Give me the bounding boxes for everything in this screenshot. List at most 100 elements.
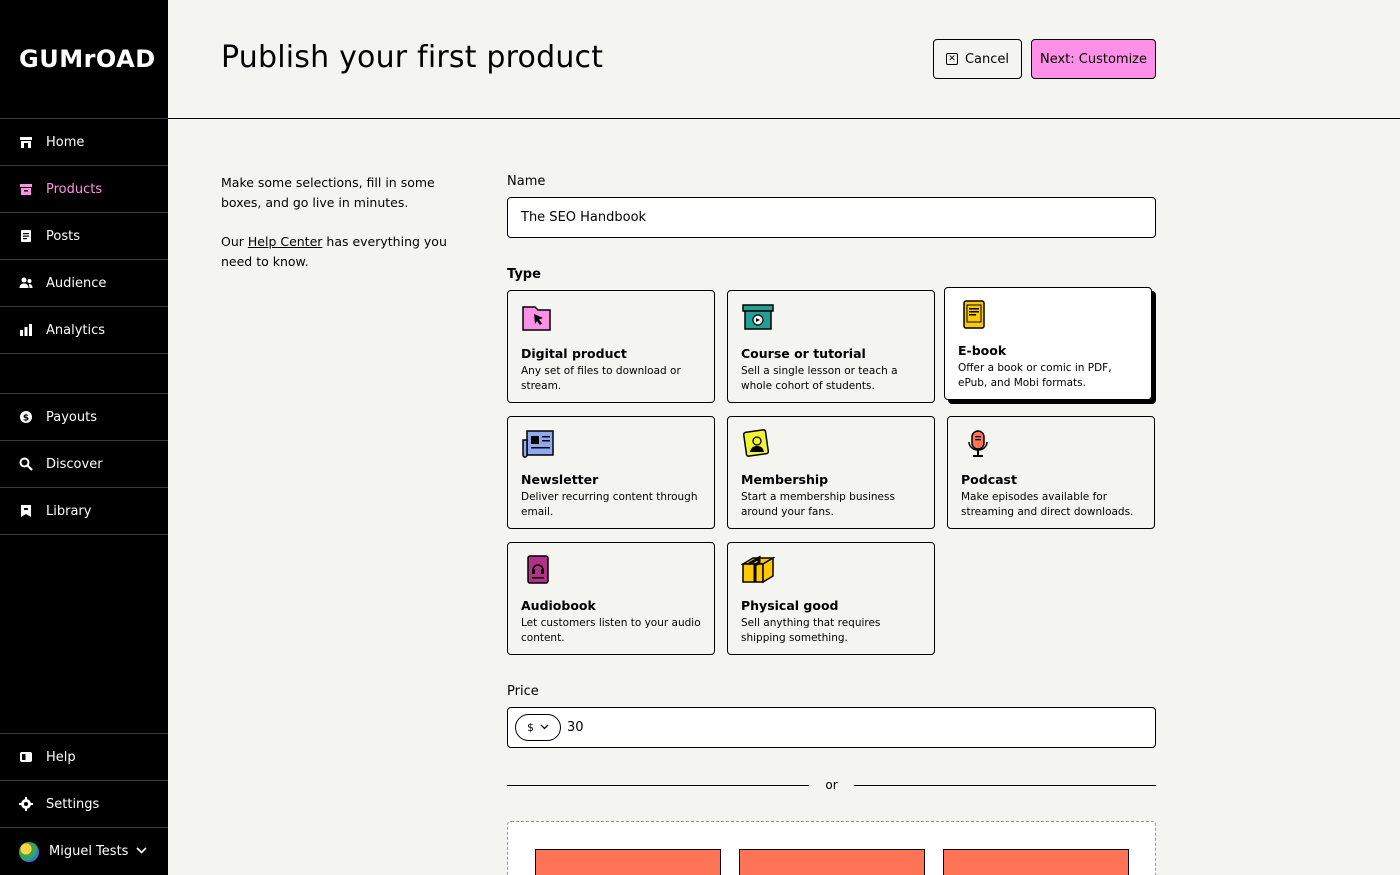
type-card-physical-good[interactable]: Physical good Sell anything that require… bbox=[727, 542, 935, 655]
audience-icon bbox=[19, 276, 33, 290]
next-label: Next: Customize bbox=[1039, 51, 1148, 67]
audiobook-icon bbox=[521, 554, 555, 586]
type-label: Type bbox=[507, 267, 541, 282]
search-icon bbox=[19, 457, 33, 471]
type-name: Physical good bbox=[741, 598, 839, 613]
type-desc: Offer a book or comic in PDF, ePub, and … bbox=[958, 362, 1112, 389]
type-card-digital-product[interactable]: Digital product Any set of files to down… bbox=[507, 290, 715, 403]
currency-select[interactable]: $ bbox=[515, 714, 561, 741]
membership-icon bbox=[741, 428, 775, 460]
sidebar-item-posts[interactable]: Posts bbox=[0, 213, 168, 260]
currency-value: $ bbox=[527, 721, 534, 734]
sidebar-item-label: Payouts bbox=[46, 409, 97, 425]
type-desc: Let customers listen to your audio conte… bbox=[521, 617, 701, 644]
cancel-button[interactable]: ✕ Cancel bbox=[933, 39, 1022, 79]
bookmark-icon bbox=[19, 504, 33, 518]
price-label: Price bbox=[507, 684, 539, 699]
help-center-link[interactable]: Help Center bbox=[248, 234, 323, 249]
intro-line-2: Our Help Center has everything you need … bbox=[221, 232, 471, 271]
type-card-podcast[interactable]: Podcast Make episodes available for stre… bbox=[947, 416, 1155, 529]
intro-text-part: Our bbox=[221, 234, 248, 249]
products-icon bbox=[19, 182, 33, 196]
type-desc: Start a membership business around your … bbox=[741, 491, 895, 518]
sidebar-item-label: Home bbox=[46, 134, 85, 150]
ebook-icon bbox=[958, 299, 992, 331]
sidebar-item-label: Help bbox=[46, 749, 76, 765]
sidebar: GUMrOAD Home Products Posts Audience Ana… bbox=[0, 0, 168, 875]
name-input-value: The SEO Handbook bbox=[521, 210, 647, 225]
type-card-newsletter[interactable]: Newsletter Deliver recurring content thr… bbox=[507, 416, 715, 529]
type-desc: Deliver recurring content through email. bbox=[521, 491, 698, 518]
newsletter-icon bbox=[521, 428, 555, 460]
account-name: Miguel Tests bbox=[49, 844, 129, 859]
account-menu[interactable]: Miguel Tests bbox=[0, 828, 168, 875]
pricing-options-box bbox=[507, 821, 1156, 875]
pricing-option-tile[interactable] bbox=[943, 849, 1129, 875]
course-icon bbox=[741, 302, 775, 334]
pricing-option-tile[interactable] bbox=[739, 849, 925, 875]
gumroad-logo[interactable]: GUMrOAD bbox=[0, 0, 168, 119]
type-name: Membership bbox=[741, 472, 829, 487]
gear-icon bbox=[19, 797, 33, 811]
page-header: Publish your first product ✕ Cancel Next… bbox=[168, 0, 1400, 119]
sidebar-item-audience[interactable]: Audience bbox=[0, 260, 168, 307]
type-name: Digital product bbox=[521, 346, 627, 361]
type-name: Course or tutorial bbox=[741, 346, 866, 361]
avatar bbox=[19, 841, 39, 862]
sidebar-item-label: Audience bbox=[46, 275, 107, 291]
sidebar-item-label: Discover bbox=[46, 456, 103, 472]
intro-line-1: Make some selections, fill in some boxes… bbox=[221, 175, 435, 210]
sidebar-item-label: Analytics bbox=[46, 322, 106, 338]
or-divider: or bbox=[507, 776, 1156, 794]
type-name: E-book bbox=[958, 343, 1007, 358]
type-name: Newsletter bbox=[521, 472, 599, 487]
next-customize-button[interactable]: Next: Customize bbox=[1031, 39, 1156, 79]
payouts-icon: $ bbox=[19, 410, 33, 424]
sidebar-item-label: Library bbox=[46, 503, 92, 519]
sidebar-divider bbox=[0, 354, 168, 394]
close-icon: ✕ bbox=[945, 53, 958, 65]
digital-product-icon bbox=[521, 302, 555, 334]
or-label: or bbox=[825, 778, 838, 792]
type-desc: Any set of files to download or stream. bbox=[521, 365, 681, 392]
name-label: Name bbox=[507, 174, 546, 189]
intro-text: Make some selections, fill in some boxes… bbox=[221, 173, 471, 291]
type-desc: Sell a single lesson or teach a whole co… bbox=[741, 365, 898, 392]
chevron-down-icon bbox=[136, 846, 148, 857]
name-input[interactable]: The SEO Handbook bbox=[507, 197, 1156, 238]
help-icon bbox=[19, 750, 33, 764]
posts-icon bbox=[19, 229, 33, 243]
svg-text:$: $ bbox=[23, 414, 29, 424]
physical-good-icon bbox=[740, 554, 776, 586]
price-value: 30 bbox=[567, 720, 584, 735]
type-desc: Sell anything that requires shipping som… bbox=[741, 617, 881, 644]
price-input[interactable]: $ 30 bbox=[507, 707, 1156, 748]
divider-line bbox=[853, 784, 1156, 786]
sidebar-item-discover[interactable]: Discover bbox=[0, 441, 168, 488]
sidebar-item-products[interactable]: Products bbox=[0, 166, 168, 213]
sidebar-item-analytics[interactable]: Analytics bbox=[0, 307, 168, 354]
podcast-icon bbox=[961, 428, 995, 460]
type-card-audiobook[interactable]: Audiobook Let customers listen to your a… bbox=[507, 542, 715, 655]
type-name: Podcast bbox=[961, 472, 1017, 487]
type-desc: Make episodes available for streaming an… bbox=[961, 491, 1134, 518]
page-title: Publish your first product bbox=[221, 40, 604, 75]
pricing-option-tile[interactable] bbox=[535, 849, 721, 875]
divider-line bbox=[507, 784, 810, 786]
sidebar-item-help[interactable]: Help bbox=[0, 734, 168, 781]
sidebar-item-settings[interactable]: Settings bbox=[0, 781, 168, 828]
sidebar-item-home[interactable]: Home bbox=[0, 119, 168, 166]
home-icon bbox=[19, 135, 33, 149]
logo-text: GUMrOAD bbox=[19, 45, 156, 73]
sidebar-item-label: Posts bbox=[46, 228, 80, 244]
sidebar-item-label: Settings bbox=[46, 796, 100, 812]
chevron-down-icon bbox=[540, 723, 549, 733]
sidebar-item-label: Products bbox=[46, 181, 103, 197]
cancel-label: Cancel bbox=[964, 51, 1010, 67]
type-card-ebook[interactable]: E-book Offer a book or comic in PDF, ePu… bbox=[944, 287, 1152, 400]
sidebar-item-payouts[interactable]: $ Payouts bbox=[0, 394, 168, 441]
type-card-membership[interactable]: Membership Start a membership business a… bbox=[727, 416, 935, 529]
sidebar-item-library[interactable]: Library bbox=[0, 488, 168, 535]
analytics-icon bbox=[19, 323, 33, 337]
type-card-course[interactable]: Course or tutorial Sell a single lesson … bbox=[727, 290, 935, 403]
